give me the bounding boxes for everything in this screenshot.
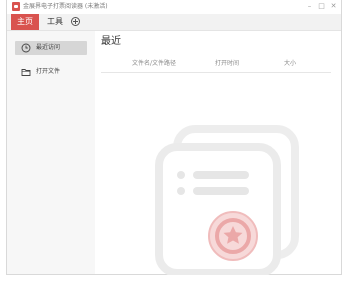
maximize-icon[interactable]: □ — [316, 1, 327, 12]
app-logo-icon — [12, 2, 20, 11]
sidebar-item-open-file[interactable]: 打开文件 — [15, 65, 87, 79]
app-window: 金展界电子打票阅读器 (未激活) – □ ✕ 主页 工具 最近访问 打开文件 最… — [6, 0, 342, 275]
table-header: 文件名/文件路径 打开时间 大小 — [101, 56, 331, 73]
empty-state-illustration — [155, 125, 299, 275]
menu-bar: 主页 工具 — [7, 14, 341, 31]
title-bar: 金展界电子打票阅读器 (未激活) – □ ✕ — [7, 0, 341, 14]
window-title: 金展界电子打票阅读器 (未激活) — [23, 3, 108, 10]
main-content: 最近 文件名/文件路径 打开时间 大小 — [95, 31, 341, 275]
plus-circle-icon[interactable] — [71, 17, 80, 26]
tab-tools[interactable]: 工具 — [44, 14, 66, 30]
column-header-filename[interactable]: 文件名/文件路径 — [132, 56, 176, 72]
sidebar: 最近访问 打开文件 — [7, 31, 95, 274]
tab-home[interactable]: 主页 — [11, 14, 39, 30]
clock-icon — [21, 43, 31, 53]
sidebar-item-recent[interactable]: 最近访问 — [15, 41, 87, 55]
close-icon[interactable]: ✕ — [328, 1, 339, 12]
sidebar-item-label: 打开文件 — [36, 68, 61, 75]
section-title: 最近 — [101, 36, 121, 47]
column-header-size[interactable]: 大小 — [284, 56, 296, 72]
column-header-open-time[interactable]: 打开时间 — [215, 56, 239, 72]
minimize-icon[interactable]: – — [304, 1, 315, 12]
sidebar-item-label: 最近访问 — [36, 44, 61, 51]
folder-icon — [21, 69, 31, 76]
